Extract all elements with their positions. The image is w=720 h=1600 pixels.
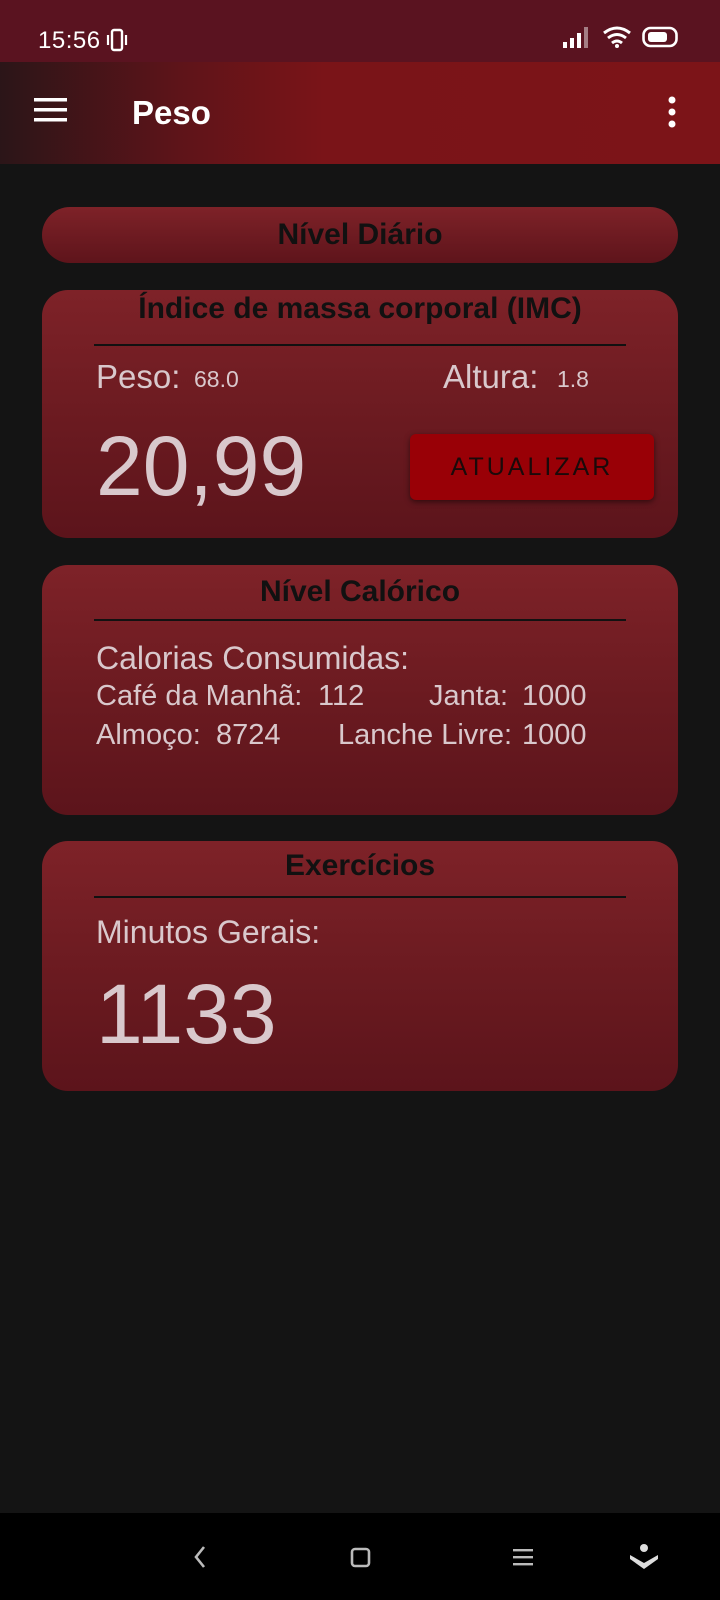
app-title: Peso — [132, 94, 211, 131]
more-vert-icon — [668, 96, 676, 128]
caloric-card: Nível Calórico Calorias Consumidas: Café… — [42, 565, 678, 815]
menu-icon — [34, 98, 67, 122]
imc-value: 20,99 — [96, 419, 307, 513]
home-button[interactable] — [340, 1541, 380, 1573]
dinner-value: 1000 — [522, 680, 587, 712]
update-button[interactable]: ATUALIZAR — [410, 434, 654, 500]
exercises-card-title: Exercícios — [284, 849, 436, 882]
wifi-icon — [602, 26, 632, 53]
status-time: 15:56 — [38, 27, 101, 54]
navigation-bar — [0, 1513, 720, 1600]
battery-icon — [642, 26, 680, 53]
imc-card-title: Índice de massa corporal (IMC) — [138, 292, 582, 325]
free-snack-label: Lanche Livre: — [338, 719, 513, 751]
breakfast-value: 112 — [318, 680, 365, 712]
daily-level-header[interactable]: Nível Diário — [42, 207, 678, 263]
status-bar: 15:56 — [0, 0, 720, 62]
exercises-card-divider — [94, 896, 626, 898]
imc-card: Índice de massa corporal (IMC) Peso: 68.… — [42, 290, 678, 538]
lunch-value: 8724 — [216, 719, 281, 751]
dinner-label: Janta: — [429, 680, 508, 712]
back-button[interactable] — [180, 1541, 220, 1573]
calories-consumed-label: Calorias Consumidas: — [96, 640, 410, 676]
caloric-card-title: Nível Calórico — [259, 575, 461, 608]
exercises-card: Exercícios Minutos Gerais: 1133 — [42, 841, 678, 1091]
recents-icon — [513, 1549, 533, 1566]
app-bar: Peso — [0, 62, 720, 164]
weight-label: Peso: — [96, 358, 181, 395]
home-icon — [350, 1547, 371, 1568]
height-label: Altura: — [443, 358, 539, 395]
assistant-icon — [630, 1544, 658, 1569]
daily-level-title: Nível Diário — [277, 218, 443, 251]
signal-icon — [562, 26, 592, 53]
assistant-button[interactable] — [624, 1541, 664, 1573]
overflow-menu-button[interactable] — [660, 94, 684, 134]
lunch-label: Almoço: — [96, 719, 201, 751]
breakfast-label: Café da Manhã: — [96, 680, 303, 712]
minutes-label: Minutos Gerais: — [96, 914, 321, 950]
menu-button[interactable] — [30, 92, 70, 132]
recents-button[interactable] — [503, 1541, 543, 1573]
height-value: 1.8 — [557, 366, 589, 392]
caloric-card-divider — [94, 619, 626, 621]
vibrate-icon — [106, 28, 128, 57]
weight-value: 68.0 — [194, 366, 239, 392]
free-snack-value: 1000 — [522, 719, 587, 751]
minutes-value: 1133 — [96, 967, 277, 1061]
imc-card-divider — [94, 344, 626, 346]
back-icon — [194, 1546, 206, 1568]
